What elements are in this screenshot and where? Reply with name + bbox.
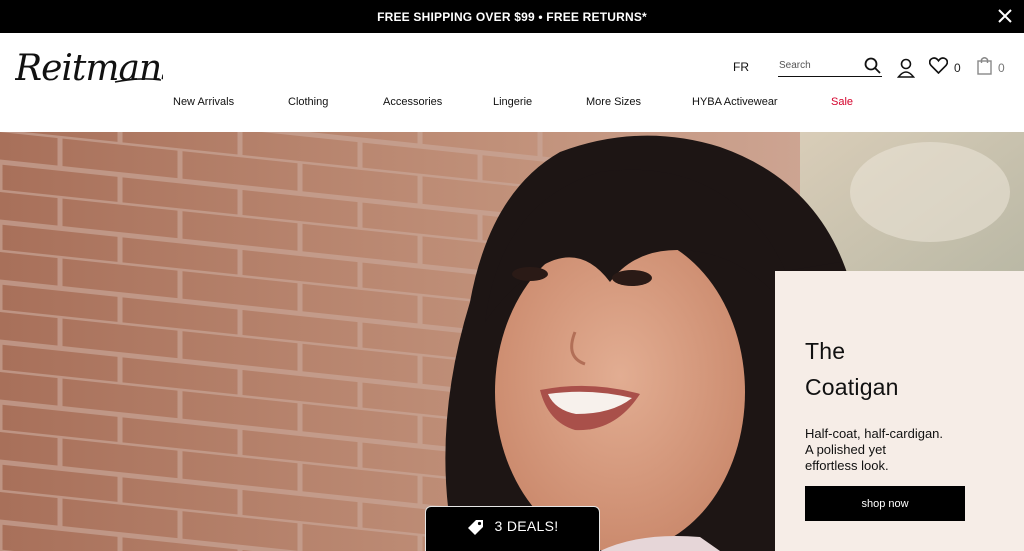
nav-item-lingerie[interactable]: Lingerie (493, 96, 532, 108)
promo-card: The Coatigan Half-coat, half-cardigan. A… (775, 271, 1024, 551)
search-icon[interactable] (862, 56, 882, 76)
search-bar (778, 55, 882, 77)
nav-item-new-arrivals[interactable]: New Arrivals (173, 96, 234, 108)
promo-desc-line2: A polished yet (805, 442, 886, 457)
promo-title-line2: Coatigan (805, 374, 899, 400)
promo-title-line1: The (805, 338, 846, 364)
search-input[interactable] (778, 55, 862, 76)
heart-icon (928, 57, 949, 79)
nav-item-hyba-activewear[interactable]: HYBA Activewear (692, 96, 778, 108)
svg-text:Reitmans: Reitmans (15, 48, 163, 89)
price-tag-icon (467, 519, 485, 540)
promo-description: Half-coat, half-cardigan. A polished yet… (805, 426, 985, 474)
nav-item-clothing[interactable]: Clothing (288, 96, 328, 108)
bag-count: 0 (998, 61, 1005, 75)
main-nav: New Arrivals Clothing Accessories Linger… (0, 96, 1024, 118)
wishlist-count: 0 (954, 61, 961, 75)
shopping-bag-button[interactable]: 0 (977, 57, 1005, 79)
nav-item-sale[interactable]: Sale (831, 96, 853, 108)
site-header: Reitmans FR 0 0 New Arrivals Clothing Ac… (0, 33, 1024, 132)
deals-label: 3 DEALS! (494, 518, 559, 534)
language-toggle[interactable]: FR (733, 60, 749, 74)
user-icon[interactable] (897, 57, 917, 79)
promo-desc-line3: effortless look. (805, 458, 889, 473)
shopping-bag-icon (977, 56, 992, 80)
brand-logo[interactable]: Reitmans (14, 44, 180, 90)
shop-now-button[interactable]: shop now (805, 486, 965, 521)
promo-title: The Coatigan (805, 333, 899, 405)
nav-item-accessories[interactable]: Accessories (383, 96, 442, 108)
nav-item-more-sizes[interactable]: More Sizes (586, 96, 641, 108)
close-icon[interactable] (994, 5, 1016, 27)
deals-button[interactable]: 3 DEALS! (425, 506, 600, 551)
promo-text: FREE SHIPPING OVER $99 • FREE RETURNS* (377, 9, 647, 24)
wishlist-button[interactable]: 0 (928, 57, 961, 79)
promo-desc-line1: Half-coat, half-cardigan. (805, 426, 944, 441)
promo-bar: FREE SHIPPING OVER $99 • FREE RETURNS* (0, 0, 1024, 33)
